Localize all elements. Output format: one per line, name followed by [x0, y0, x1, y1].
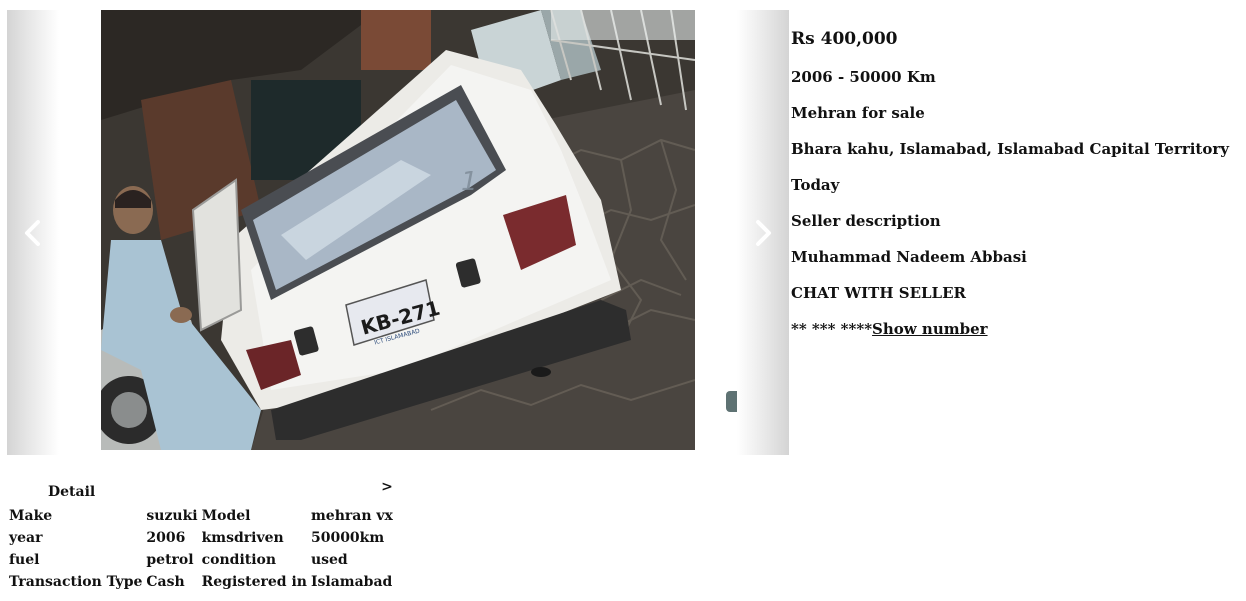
show-number-link[interactable]: Show number	[872, 320, 988, 338]
image-gallery: KB-271 ICT ISLAMABAD 1 1/2	[7, 10, 789, 455]
previous-image-button[interactable]	[7, 10, 59, 455]
detail-value: petrol	[146, 552, 194, 568]
seller-phone: ** *** ****Show number	[791, 316, 1241, 352]
detail-title: Detail	[48, 484, 96, 500]
next-image-button[interactable]	[737, 10, 789, 455]
listing-title: Mehran for sale	[791, 104, 925, 122]
detail-value: 50000km	[310, 530, 385, 546]
detail-value: 2006	[146, 530, 186, 546]
detail-key: kmsdriven	[201, 530, 284, 546]
detail-value: Cash	[146, 574, 185, 590]
detail-key: Make	[9, 508, 53, 524]
seller-name[interactable]: Muhammad Nadeem Abbasi	[791, 244, 1241, 280]
table-row: fuel petrol condition used	[7, 549, 395, 571]
detail-key: year	[9, 530, 43, 546]
detail-key: Registered in	[201, 574, 307, 590]
table-row: year 2006 kmsdriven 50000km	[7, 527, 395, 549]
detail-key: Transaction Type	[9, 574, 143, 590]
detail-table: Detail > Make suzuki Model mehran vx yea…	[7, 479, 395, 593]
rear-badge: 1	[461, 167, 478, 197]
detail-section: Detail > Make suzuki Model mehran vx yea…	[7, 479, 395, 593]
listing-info: Rs 400,000 2006 - 50000 Km Mehran for sa…	[791, 26, 1241, 352]
table-row: Transaction Type Cash Registered in Isla…	[7, 571, 395, 593]
detail-key: fuel	[9, 552, 40, 568]
chevron-left-icon	[25, 220, 40, 246]
detail-key: Model	[201, 508, 251, 524]
detail-key: condition	[201, 552, 277, 568]
listing-location: Bhara kahu, Islamabad, Islamabad Capital…	[791, 140, 1229, 158]
car-photo[interactable]: KB-271 ICT ISLAMABAD 1	[101, 10, 695, 450]
detail-value: used	[310, 552, 348, 568]
detail-expand-chevron[interactable]: >	[309, 479, 395, 505]
phone-masked: ** *** ****	[791, 320, 873, 338]
chat-with-seller-button[interactable]: CHAT WITH SELLER	[791, 280, 1241, 316]
listing-year-mileage: 2006 - 50000 Km	[791, 68, 936, 86]
table-row: Make suzuki Model mehran vx	[7, 505, 395, 527]
detail-value: suzuki	[146, 508, 198, 524]
seller-description-label: Seller description	[791, 212, 941, 230]
listing-price: Rs 400,000	[791, 29, 898, 49]
detail-value: mehran vx	[310, 508, 393, 524]
listing-posted-date: Today	[791, 176, 840, 194]
chevron-right-icon	[756, 220, 771, 246]
detail-value: Islamabad	[310, 574, 393, 590]
